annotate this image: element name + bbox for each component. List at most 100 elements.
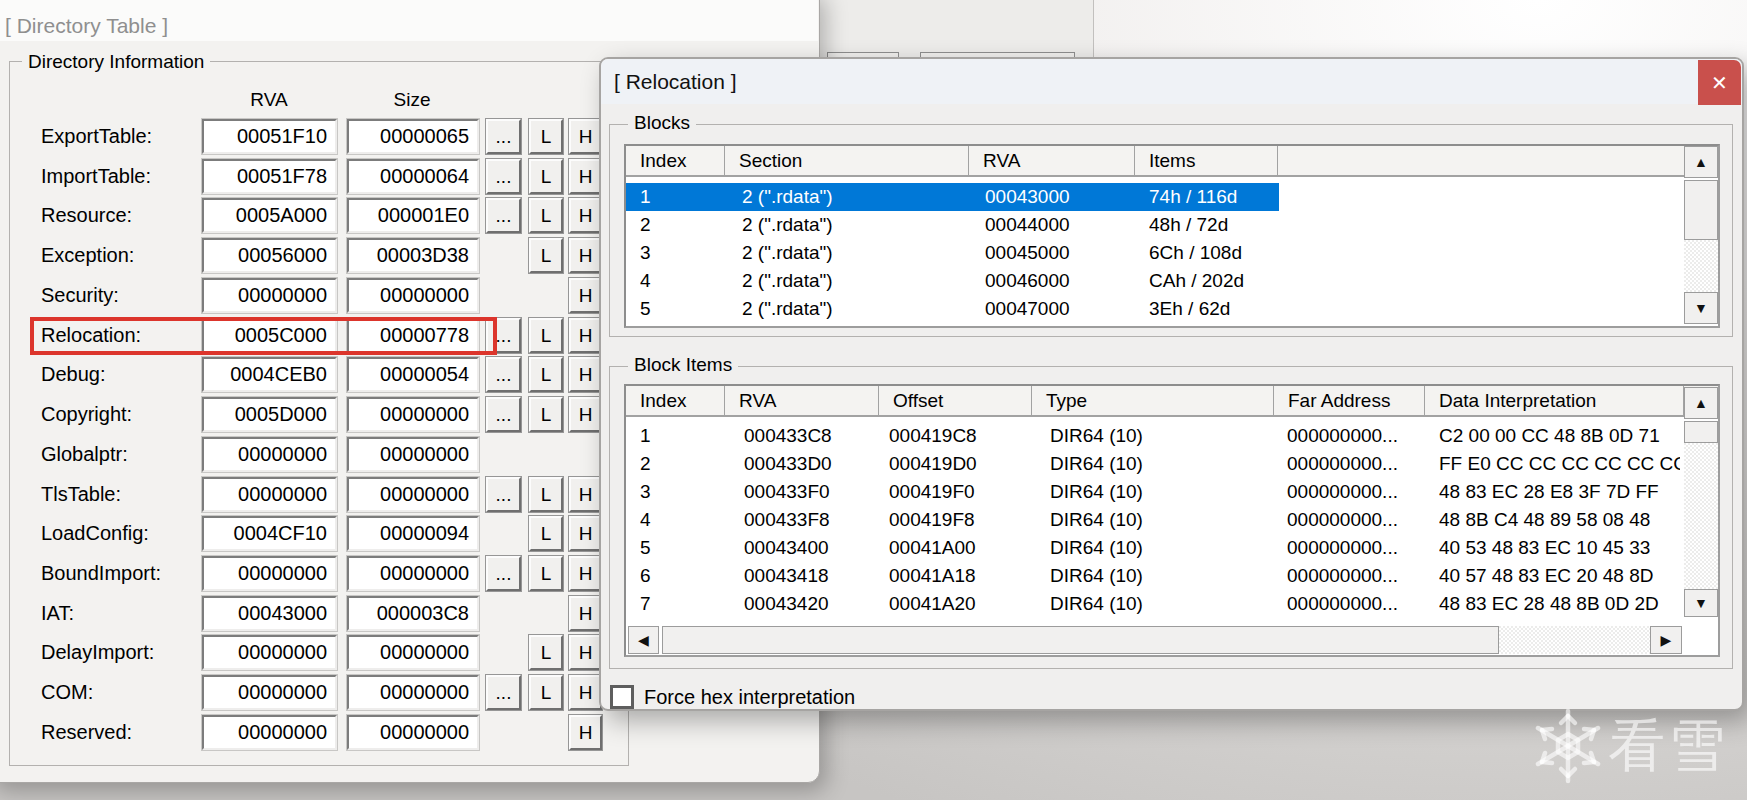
column-header[interactable]: Type: [1032, 386, 1274, 415]
h-button[interactable]: H: [569, 119, 602, 154]
scrollbar-thumb[interactable]: [1684, 421, 1718, 443]
h-button[interactable]: H: [569, 278, 602, 313]
size-field[interactable]: 00003D38: [347, 238, 479, 273]
table-row[interactable]: 12 (".rdata")0004300074h / 116d: [626, 183, 1718, 211]
rva-field[interactable]: 0005D000: [202, 397, 337, 432]
size-field[interactable]: 000003C8: [347, 596, 479, 631]
rva-field[interactable]: 00000000: [202, 477, 337, 512]
l-button[interactable]: L: [529, 119, 563, 154]
rva-field[interactable]: 00056000: [202, 238, 337, 273]
scrollbar-thumb[interactable]: [1684, 180, 1718, 240]
size-field[interactable]: 00000000: [347, 397, 479, 432]
dots-button[interactable]: ...: [486, 556, 521, 591]
h-scrollbar-track[interactable]: [1499, 626, 1650, 654]
h-button[interactable]: H: [569, 675, 602, 710]
l-button[interactable]: L: [529, 635, 563, 670]
column-header[interactable]: Far Address: [1274, 386, 1425, 415]
h-scrollbar-thumb[interactable]: [662, 626, 1499, 654]
dots-button[interactable]: ...: [486, 159, 521, 194]
size-field[interactable]: 00000000: [347, 715, 479, 750]
dots-button[interactable]: ...: [486, 198, 521, 233]
rva-field[interactable]: 00000000: [202, 675, 337, 710]
h-button[interactable]: H: [569, 635, 602, 670]
scroll-right-button[interactable]: ▶: [1650, 626, 1682, 654]
column-header[interactable]: RVA: [725, 386, 879, 415]
l-button[interactable]: L: [529, 238, 563, 273]
rva-field[interactable]: 0004CF10: [202, 516, 337, 551]
table-row[interactable]: 1000433C8000419C8DIR64 (10)000000000...C…: [626, 422, 1718, 450]
size-field[interactable]: 00000000: [347, 278, 479, 313]
rva-field[interactable]: 00000000: [202, 437, 337, 472]
column-header[interactable]: Section: [725, 146, 969, 175]
h-button[interactable]: H: [569, 397, 602, 432]
table-row[interactable]: 52 (".rdata")000470003Eh / 62d: [626, 295, 1718, 323]
dots-button[interactable]: ...: [486, 397, 521, 432]
rva-field[interactable]: 00043000: [202, 596, 337, 631]
table-row[interactable]: 32 (".rdata")000450006Ch / 108d: [626, 239, 1718, 267]
h-button[interactable]: H: [569, 238, 602, 273]
rva-field[interactable]: 0004CEB0: [202, 357, 337, 392]
scroll-down-button[interactable]: ▼: [1684, 292, 1718, 324]
size-field[interactable]: 00000000: [347, 437, 479, 472]
size-field[interactable]: 00000094: [347, 516, 479, 551]
size-field[interactable]: 00000000: [347, 477, 479, 512]
column-header[interactable]: RVA: [969, 146, 1135, 175]
l-button[interactable]: L: [529, 675, 563, 710]
l-button[interactable]: L: [529, 318, 563, 353]
rva-field[interactable]: 0005A000: [202, 198, 337, 233]
column-header[interactable]: Items: [1135, 146, 1278, 175]
size-field[interactable]: 00000064: [347, 159, 479, 194]
table-row[interactable]: 4000433F8000419F8DIR64 (10)000000000...4…: [626, 506, 1718, 534]
size-field[interactable]: 000001E0: [347, 198, 479, 233]
table-row[interactable]: 70004342000041A20DIR64 (10)000000000...4…: [626, 590, 1718, 618]
h-button[interactable]: H: [569, 198, 602, 233]
h-button[interactable]: H: [569, 596, 602, 631]
size-field[interactable]: 00000054: [347, 357, 479, 392]
h-button[interactable]: H: [569, 318, 602, 353]
column-header[interactable]: Data Interpretation: [1425, 386, 1684, 415]
table-row[interactable]: 42 (".rdata")00046000CAh / 202d: [626, 267, 1718, 295]
scroll-left-button[interactable]: ◀: [628, 626, 659, 654]
force-hex-checkbox[interactable]: [610, 685, 634, 709]
rva-field[interactable]: 00051F10: [202, 119, 337, 154]
h-button[interactable]: H: [569, 556, 602, 591]
l-button[interactable]: L: [529, 477, 563, 512]
scrollbar-track[interactable]: [1684, 443, 1718, 589]
dots-button[interactable]: ...: [486, 357, 521, 392]
l-button[interactable]: L: [529, 198, 563, 233]
size-field[interactable]: 00000000: [347, 556, 479, 591]
l-button[interactable]: L: [529, 397, 563, 432]
size-field[interactable]: 00000000: [347, 675, 479, 710]
scroll-up-button[interactable]: ▲: [1684, 146, 1718, 178]
dots-button[interactable]: ...: [486, 119, 521, 154]
table-row[interactable]: 22 (".rdata")0004400048h / 72d: [626, 211, 1718, 239]
rva-field[interactable]: 00000000: [202, 278, 337, 313]
rva-field[interactable]: 00000000: [202, 556, 337, 591]
dots-button[interactable]: ...: [486, 477, 521, 512]
rva-field[interactable]: 00000000: [202, 715, 337, 750]
scroll-up-button[interactable]: ▲: [1684, 387, 1718, 419]
table-row[interactable]: 2000433D0000419D0DIR64 (10)000000000...F…: [626, 450, 1718, 478]
blocks-table[interactable]: IndexSectionRVAItems 12 (".rdata")0004300…: [624, 144, 1720, 328]
h-button[interactable]: H: [569, 516, 602, 551]
scroll-down-button[interactable]: ▼: [1684, 589, 1718, 617]
column-header[interactable]: Index: [626, 146, 725, 175]
l-button[interactable]: L: [529, 159, 563, 194]
table-row[interactable]: 50004340000041A00DIR64 (10)000000000...4…: [626, 534, 1718, 562]
scrollbar-track[interactable]: [1684, 240, 1718, 292]
table-row[interactable]: 60004341800041A18DIR64 (10)000000000...4…: [626, 562, 1718, 590]
size-field[interactable]: 00000065: [347, 119, 479, 154]
size-field[interactable]: 00000000: [347, 635, 479, 670]
h-button[interactable]: H: [569, 477, 602, 512]
h-button[interactable]: H: [569, 715, 602, 750]
column-header[interactable]: Index: [626, 386, 725, 415]
l-button[interactable]: L: [529, 516, 563, 551]
rva-field[interactable]: 00051F78: [202, 159, 337, 194]
h-button[interactable]: H: [569, 159, 602, 194]
column-header[interactable]: Offset: [879, 386, 1032, 415]
close-button[interactable]: ✕: [1698, 60, 1741, 105]
rva-field[interactable]: 00000000: [202, 635, 337, 670]
block-items-table[interactable]: IndexRVAOffsetTypeFar AddressData Interp…: [624, 384, 1720, 657]
l-button[interactable]: L: [529, 357, 563, 392]
h-button[interactable]: H: [569, 357, 602, 392]
